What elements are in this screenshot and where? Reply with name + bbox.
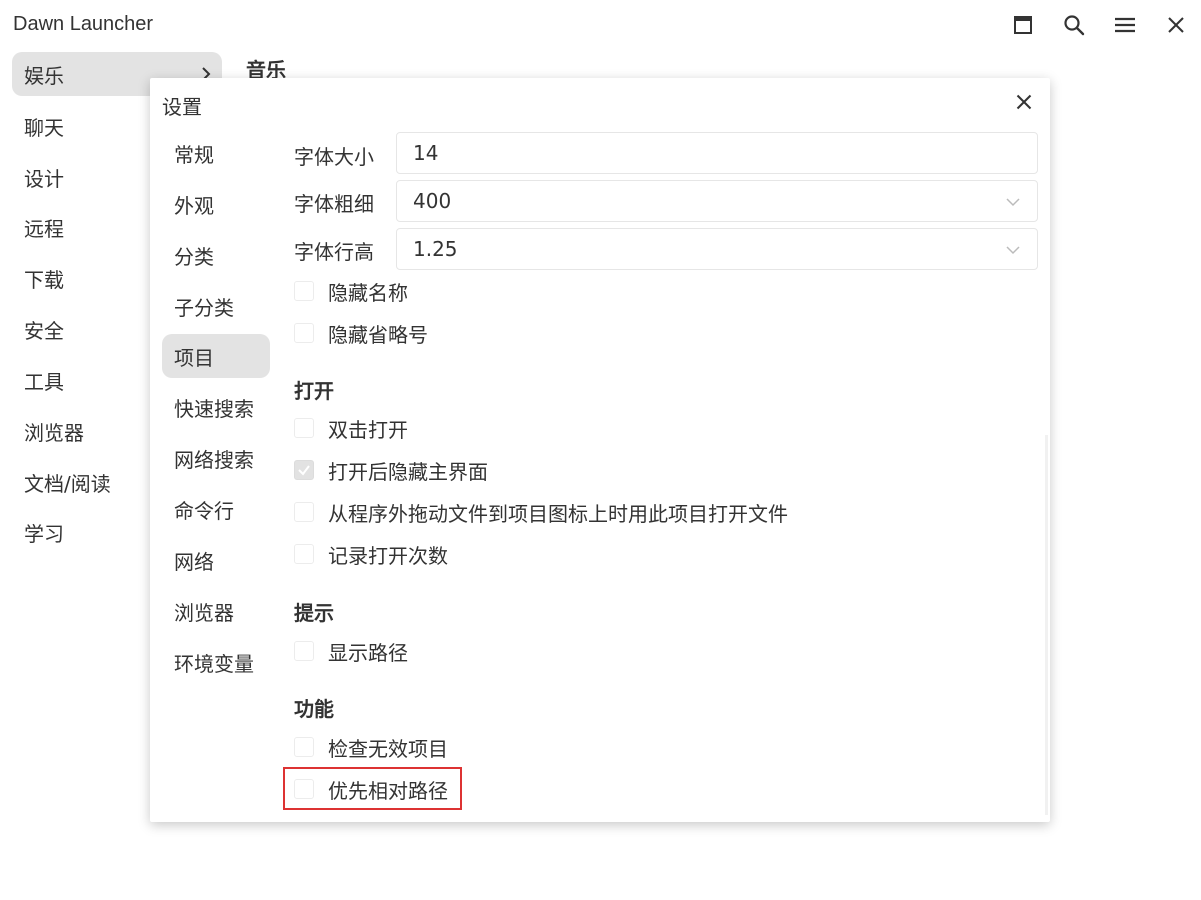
checkbox-label: 检查无效项目 — [328, 736, 448, 761]
checkbox[interactable] — [294, 323, 314, 343]
sidebar-item-label: 远程 — [24, 216, 64, 241]
line-height-value: 1.25 — [413, 237, 458, 261]
group-heading-function: 功能 — [294, 697, 334, 721]
show-path-checkbox[interactable]: 显示路径 — [294, 636, 408, 666]
hide-name-checkbox[interactable]: 隐藏名称 — [294, 276, 408, 306]
settings-nav-appearance[interactable]: 外观 — [162, 182, 270, 226]
group-heading-open: 打开 — [294, 379, 334, 403]
close-icon — [1016, 94, 1032, 110]
settings-nav-label: 常规 — [174, 142, 214, 167]
checkbox[interactable] — [294, 502, 314, 522]
title-bar: Dawn Launcher — [0, 0, 1201, 52]
settings-nav-label: 环境变量 — [174, 651, 254, 676]
font-weight-select[interactable]: 400 — [396, 180, 1038, 222]
settings-nav-browser[interactable]: 浏览器 — [162, 589, 270, 633]
chevron-down-icon — [1006, 246, 1020, 255]
highlight-annotation — [283, 767, 462, 810]
line-height-select[interactable]: 1.25 — [396, 228, 1038, 270]
sidebar-item-label: 浏览器 — [24, 420, 84, 445]
checkbox-label: 记录打开次数 — [328, 543, 448, 568]
settings-nav-command-line[interactable]: 命令行 — [162, 487, 270, 531]
checkbox-label: 隐藏名称 — [328, 280, 408, 305]
settings-nav-label: 子分类 — [174, 295, 234, 320]
font-size-field[interactable] — [396, 132, 1038, 174]
sidebar-item-label: 文档/阅读 — [24, 471, 111, 496]
settings-nav-label: 浏览器 — [174, 600, 234, 625]
font-size-label: 字体大小 — [294, 145, 374, 169]
sidebar-item-label: 安全 — [24, 318, 64, 343]
font-weight-label: 字体粗细 — [294, 192, 374, 216]
close-button[interactable] — [1161, 10, 1191, 40]
checkbox[interactable] — [294, 460, 314, 480]
settings-nav-items[interactable]: 项目 — [162, 334, 270, 378]
sidebar-item-label: 娱乐 — [24, 63, 64, 88]
settings-nav-label: 外观 — [174, 193, 214, 218]
settings-nav-label: 命令行 — [174, 498, 234, 523]
sidebar-item-label: 工具 — [24, 369, 64, 394]
checkbox-label: 显示路径 — [328, 640, 408, 665]
settings-dialog: 设置 常规 外观 分类 子分类 项目 快速搜索 网络搜索 命令行 网络 浏览器 … — [150, 78, 1050, 822]
settings-nav-subcategory[interactable]: 子分类 — [162, 284, 270, 328]
font-size-input[interactable] — [413, 141, 1037, 165]
maximize-button[interactable] — [1008, 10, 1038, 40]
group-heading-tips: 提示 — [294, 601, 334, 625]
close-icon — [1168, 17, 1184, 33]
checkbox[interactable] — [294, 737, 314, 757]
checkbox-label: 双击打开 — [328, 417, 408, 442]
record-open-count-checkbox[interactable]: 记录打开次数 — [294, 539, 448, 569]
sidebar-item-label: 学习 — [24, 521, 64, 546]
checkmark-icon — [298, 465, 310, 476]
search-button[interactable] — [1059, 10, 1089, 40]
app-title: Dawn Launcher — [13, 13, 154, 35]
settings-nav-label: 网络 — [174, 549, 214, 574]
sidebar-item-label: 设计 — [24, 166, 64, 191]
settings-nav-label: 网络搜索 — [174, 447, 254, 472]
checkbox[interactable] — [294, 281, 314, 301]
settings-nav-env-vars[interactable]: 环境变量 — [162, 640, 270, 684]
line-height-label: 字体行高 — [294, 240, 374, 264]
sidebar-item-label: 下载 — [24, 267, 64, 292]
settings-nav-quick-search[interactable]: 快速搜索 — [162, 385, 270, 429]
drag-file-open-checkbox[interactable]: 从程序外拖动文件到项目图标上时用此项目打开文件 — [294, 497, 788, 527]
settings-nav-label: 快速搜索 — [174, 396, 254, 421]
sidebar-item-label: 聊天 — [24, 115, 64, 140]
maximize-icon — [1014, 16, 1032, 34]
settings-nav-web-search[interactable]: 网络搜索 — [162, 436, 270, 480]
checkbox-label: 隐藏省略号 — [328, 322, 428, 347]
checkbox[interactable] — [294, 418, 314, 438]
checkbox-label: 打开后隐藏主界面 — [328, 459, 488, 484]
double-click-open-checkbox[interactable]: 双击打开 — [294, 413, 408, 443]
menu-icon — [1115, 17, 1135, 33]
settings-nav-label: 分类 — [174, 244, 214, 269]
checkbox[interactable] — [294, 641, 314, 661]
checkbox-label: 从程序外拖动文件到项目图标上时用此项目打开文件 — [328, 501, 788, 526]
check-invalid-items-checkbox[interactable]: 检查无效项目 — [294, 732, 448, 762]
dialog-title: 设置 — [162, 95, 202, 119]
font-weight-value: 400 — [413, 189, 452, 213]
settings-nav-general[interactable]: 常规 — [162, 131, 270, 175]
menu-button[interactable] — [1110, 10, 1140, 40]
settings-nav-label: 项目 — [174, 345, 214, 370]
settings-nav-network[interactable]: 网络 — [162, 538, 270, 582]
scrollbar-track[interactable] — [1045, 435, 1048, 815]
hide-main-after-open-checkbox[interactable]: 打开后隐藏主界面 — [294, 455, 488, 485]
search-icon — [1064, 15, 1085, 36]
settings-nav-category[interactable]: 分类 — [162, 233, 270, 277]
chevron-down-icon — [1006, 198, 1020, 207]
checkbox[interactable] — [294, 544, 314, 564]
hide-ellipsis-checkbox[interactable]: 隐藏省略号 — [294, 318, 428, 348]
dialog-close-button[interactable] — [1012, 90, 1036, 114]
